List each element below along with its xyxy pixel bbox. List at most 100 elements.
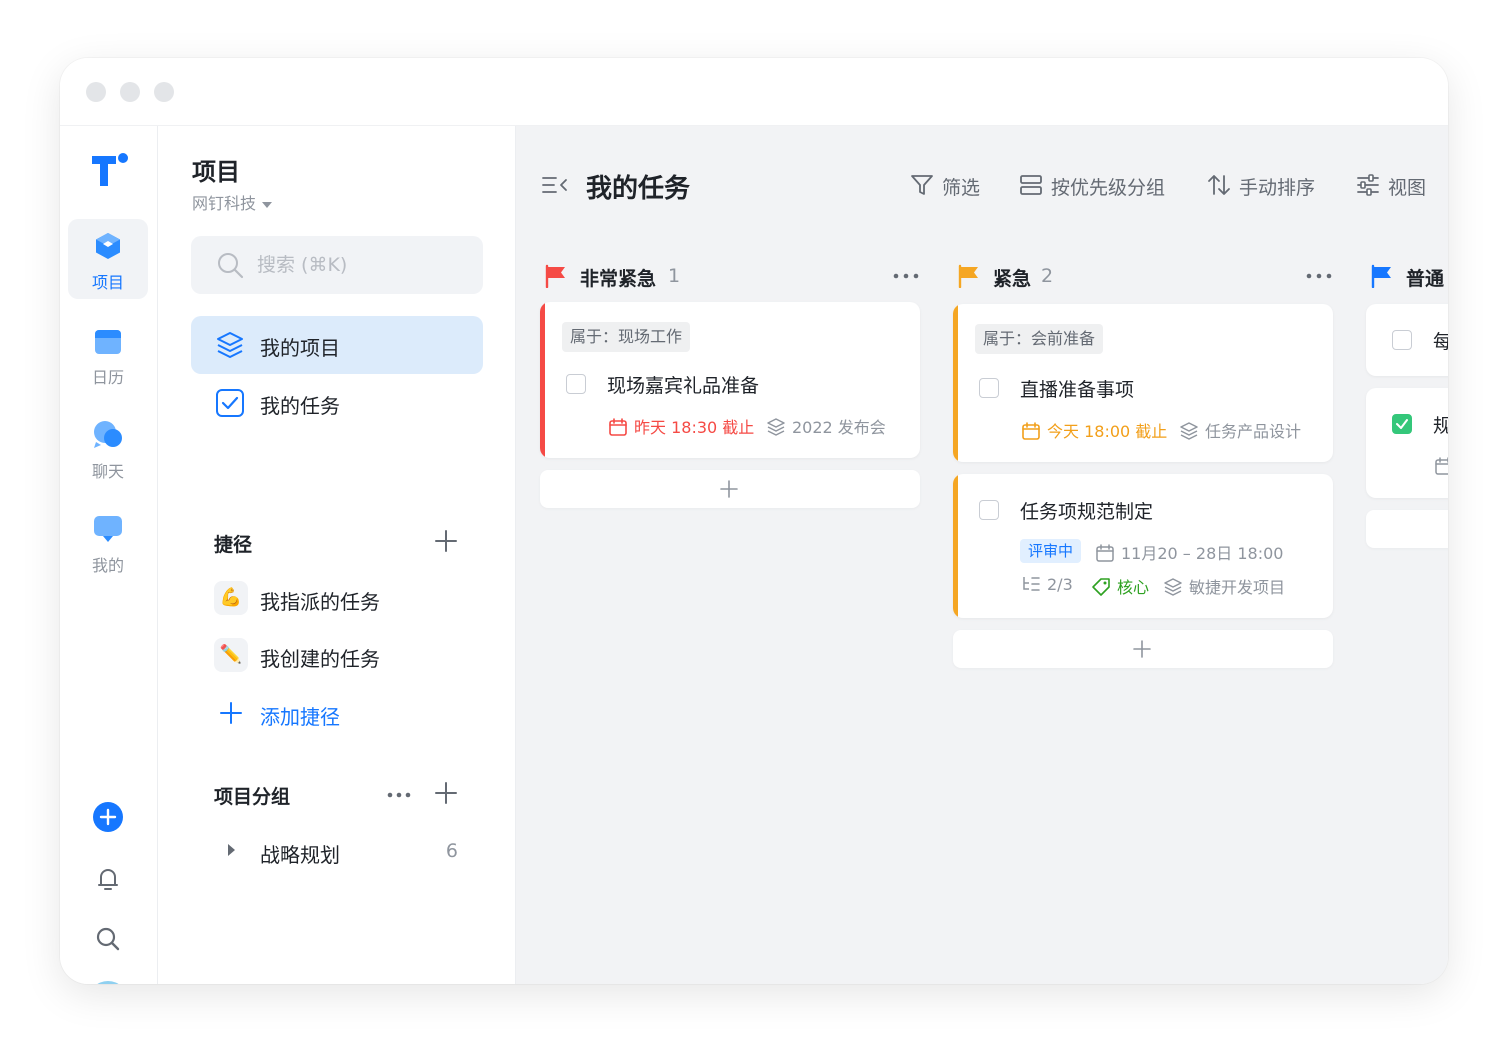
checkbox-icon	[216, 389, 244, 417]
task-card[interactable]: 任务项规范制定 评审中 11月20 – 28日 18:00 2/3 核心 敏捷开…	[953, 474, 1333, 618]
side-panel: 项目 网钉科技 我的项目 我的任务 捷径	[158, 126, 516, 984]
calendar-icon	[609, 418, 627, 436]
task-card[interactable]: 每	[1366, 304, 1448, 376]
add-shortcut-button[interactable]: 添加捷径	[214, 694, 464, 734]
column-header: 紧急 2	[953, 256, 1333, 296]
calendar-icon	[95, 330, 121, 354]
task-title: 规	[1433, 415, 1448, 437]
side-title: 项目	[192, 158, 240, 186]
column-name: 紧急	[993, 268, 1032, 290]
subtask-icon	[1023, 577, 1040, 591]
priority-bar	[953, 474, 958, 618]
filter-icon	[911, 175, 933, 195]
task-card[interactable]: 属于：会前准备 直播准备事项 今天 18:00 截止 任务产品设计	[953, 304, 1333, 462]
add-shortcut-label: 添加捷径	[260, 705, 340, 729]
priority-bar	[540, 302, 545, 458]
task-checkbox[interactable]	[979, 500, 999, 520]
avatar[interactable]	[88, 981, 128, 984]
project-group-row[interactable]: 战略规划 6	[214, 832, 464, 872]
task-checkbox[interactable]	[566, 374, 586, 394]
due-date: 昨天 18:30 截止	[608, 414, 754, 438]
expand-arrow-icon[interactable]	[228, 844, 235, 856]
rail-item-label: 我的	[91, 556, 124, 575]
shortcuts-title: 捷径	[214, 534, 253, 556]
search-input[interactable]	[257, 250, 457, 280]
search-icon	[218, 253, 244, 279]
column-count: 2	[1041, 265, 1054, 287]
rail-item-calendar[interactable]: 日历	[68, 314, 148, 394]
task-project: 任务产品设计	[1179, 418, 1301, 442]
bell-icon[interactable]	[92, 863, 124, 895]
rail-item-label: 日历	[91, 368, 124, 387]
add-task-button[interactable]	[953, 630, 1333, 668]
add-group-plus-icon[interactable]	[434, 781, 458, 805]
app-rail: 项目 日历 聊天 我的	[60, 126, 158, 984]
shortcut-label: 我创建的任务	[260, 647, 380, 671]
board-header: 我的任务 筛选 按优先级分组 手动排序 视图	[516, 126, 1448, 236]
app-window: 项目 日历 聊天 我的 项目 网钉科技 搜索 (⌘K) 我的项目 我的任务 捷径…	[60, 58, 1448, 984]
group-count: 6	[445, 840, 458, 862]
search-icon[interactable]	[92, 923, 124, 955]
plus-icon	[1133, 640, 1151, 658]
window-close-button[interactable]	[86, 82, 106, 102]
column-header: 普通	[1366, 256, 1448, 296]
rail-item-projects[interactable]: 项目	[68, 219, 148, 299]
caret-down-icon	[262, 201, 273, 208]
column-count: 1	[668, 265, 681, 287]
parent-chip: 属于：会前准备	[975, 324, 1104, 354]
tag-text: 核心	[1117, 578, 1150, 597]
app-logo-icon	[92, 153, 128, 186]
page-title: 我的任务	[586, 174, 691, 204]
sort-icon	[1208, 175, 1230, 195]
view-label: 视图	[1388, 177, 1427, 199]
rail-item-chat[interactable]: 聊天	[68, 408, 148, 488]
shortcut-label: 我指派的任务	[260, 590, 380, 614]
window-zoom-button[interactable]	[154, 82, 174, 102]
more-icon[interactable]	[386, 783, 412, 807]
due-text: 昨天 18:30 截止	[634, 418, 755, 437]
add-task-button[interactable]	[1366, 510, 1448, 548]
task-title: 现场嘉宾礼品准备	[607, 375, 760, 397]
project-text: 任务产品设计	[1205, 422, 1302, 441]
layers-icon	[1164, 578, 1182, 596]
calendar-icon	[1096, 544, 1114, 562]
sliders-icon	[1357, 174, 1379, 196]
task-card[interactable]: 规	[1366, 388, 1448, 498]
project-groups-title: 项目分组	[214, 786, 291, 808]
flag-icon	[545, 264, 565, 288]
column-header: 非常紧急 1	[540, 256, 920, 296]
layers-icon	[217, 332, 243, 358]
task-checkbox[interactable]	[1392, 330, 1412, 350]
check-icon	[1396, 419, 1408, 429]
date-range: 11月20 – 28日 18:00	[1095, 540, 1283, 564]
add-task-button[interactable]	[540, 470, 920, 508]
task-card[interactable]: 属于：现场工作 现场嘉宾礼品准备 昨天 18:30 截止 2022 发布会	[540, 302, 920, 458]
rail-item-mine[interactable]: 我的	[68, 502, 148, 582]
more-icon[interactable]	[892, 266, 920, 286]
shortcut-assigned-by-me[interactable]: 💪 我指派的任务	[214, 579, 464, 619]
task-tag: 核心	[1091, 574, 1149, 598]
nav-my-projects[interactable]: 我的项目	[191, 316, 483, 374]
window-minimize-button[interactable]	[120, 82, 140, 102]
pencil-icon: ✏️	[214, 638, 248, 672]
layers-icon	[767, 418, 785, 436]
task-project: 敏捷开发项目	[1163, 574, 1285, 598]
more-icon[interactable]	[1305, 266, 1333, 286]
nav-my-tasks[interactable]: 我的任务	[191, 374, 483, 432]
search-box[interactable]	[191, 236, 483, 294]
nav-label: 我的项目	[260, 336, 340, 360]
subtask-progress: 2/3	[1021, 574, 1073, 594]
task-checkbox[interactable]	[979, 378, 999, 398]
group-by-label: 按优先级分组	[1051, 177, 1166, 199]
due-text: 今天 18:00 截止	[1047, 422, 1168, 441]
task-title: 直播准备事项	[1020, 379, 1135, 401]
flag-icon	[958, 264, 978, 288]
task-checkbox-checked[interactable]	[1392, 414, 1412, 434]
collapse-sidebar-icon[interactable]	[542, 174, 568, 196]
org-switcher[interactable]: 网钉科技	[192, 190, 273, 214]
add-shortcut-plus-icon[interactable]	[434, 529, 458, 553]
shortcut-created-by-me[interactable]: ✏️ 我创建的任务	[214, 636, 464, 676]
org-name: 网钉科技	[192, 194, 257, 213]
add-circle-icon[interactable]	[92, 801, 124, 833]
flag-icon	[1371, 264, 1391, 288]
